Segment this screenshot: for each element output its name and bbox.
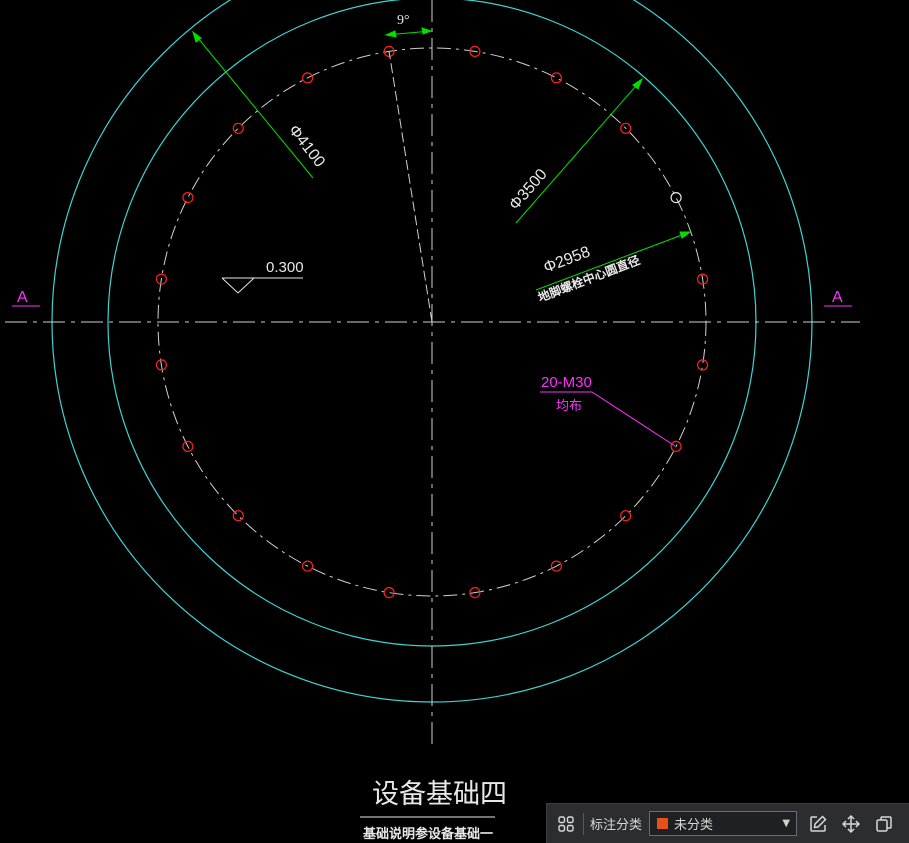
- bolt-hole: [232, 510, 244, 522]
- outer-diameter-dimension: [192, 30, 314, 179]
- elevation-label: 0.300: [266, 259, 304, 276]
- category-select[interactable]: 未分类 ▼: [649, 811, 798, 836]
- grid-icon[interactable]: [555, 813, 577, 835]
- move-icon[interactable]: [840, 813, 862, 835]
- bolt-hole: [670, 192, 682, 204]
- bolt-hole: [232, 122, 244, 134]
- copy-icon[interactable]: [873, 813, 895, 835]
- angle-label: 9°: [397, 13, 410, 28]
- annotation-toolbar: 标注分类 未分类 ▼: [546, 803, 909, 843]
- bolt-hole: [620, 510, 632, 522]
- bolt-outer-diameter-dimension: [515, 77, 644, 224]
- angle-dimension: [384, 27, 433, 38]
- section-left-label: A: [17, 289, 28, 306]
- drawing-subtitle: 基础说明参设备基础一: [362, 826, 493, 842]
- category-value: 未分类: [674, 818, 714, 833]
- bolt-hole: [696, 359, 709, 371]
- toolbar-tools: [807, 813, 895, 835]
- drawing-title: 设备基础四: [372, 779, 507, 810]
- bolt-outer-diameter-label: Φ3500: [506, 166, 551, 214]
- bolt-hole: [383, 586, 395, 599]
- bolt-hole: [182, 192, 194, 204]
- category-color-swatch: [656, 817, 670, 830]
- toolbar-divider: [583, 812, 584, 835]
- elevation-marker: [221, 277, 303, 294]
- cad-drawing: 9° Φ4100 Φ3500 Φ2958 地脚螺栓中心圆直径 0.300 A A…: [5, 0, 860, 842]
- bolt-hole: [550, 72, 563, 84]
- angle-reference-line: [388, 50, 433, 323]
- section-right-label: A: [832, 289, 843, 306]
- outer-diameter-label: Φ4100: [285, 122, 328, 171]
- chevron-down-icon: ▼: [782, 818, 791, 829]
- edit-icon[interactable]: [807, 813, 829, 835]
- bolt-spec-note: 均布: [556, 399, 582, 414]
- category-label: 标注分类: [590, 818, 643, 833]
- bolt-spec-label: 20-M30: [541, 374, 592, 391]
